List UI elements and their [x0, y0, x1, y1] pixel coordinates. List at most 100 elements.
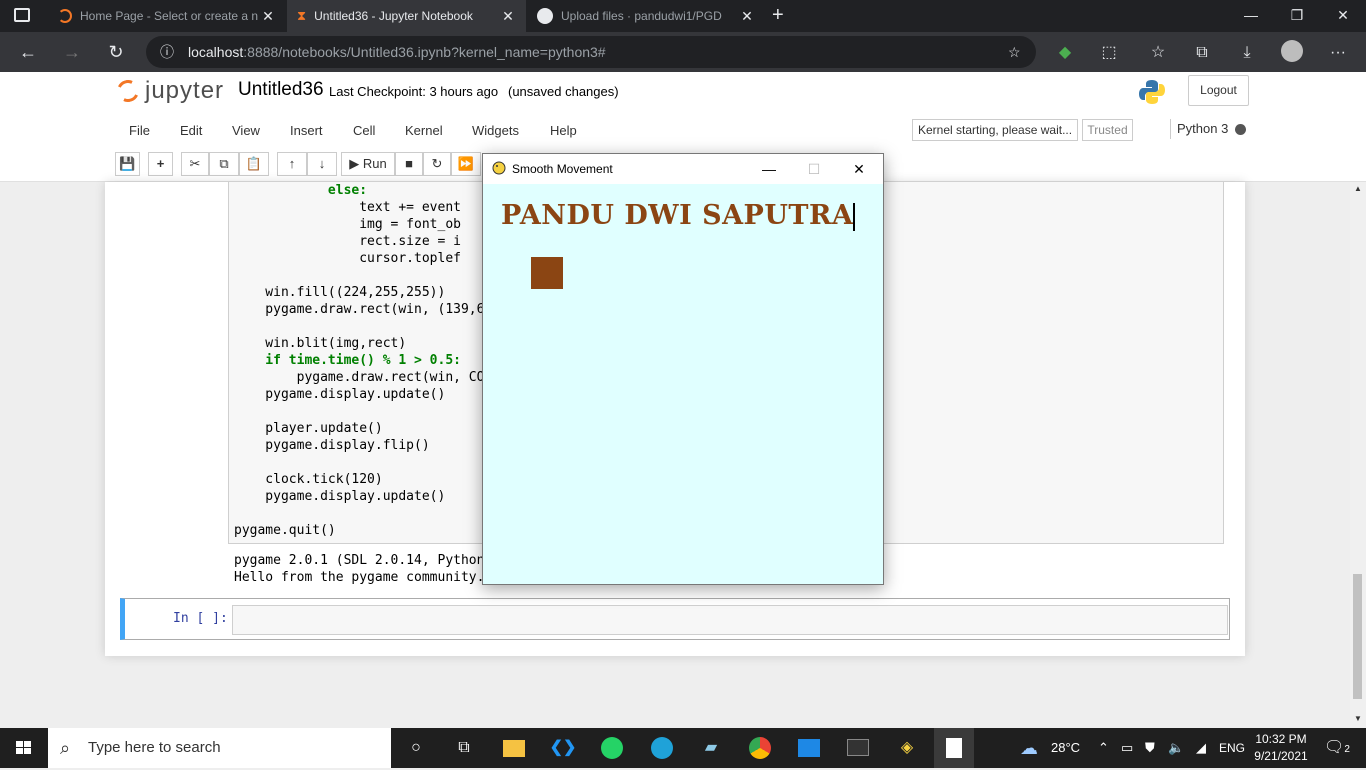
more-menu-icon[interactable]: ··· — [1325, 40, 1351, 66]
chevron-up-icon[interactable]: ⌃ — [1098, 728, 1109, 768]
output-line: pygame 2.0.1 (SDL 2.0.14, Python — [234, 553, 485, 568]
code-line: else: — [234, 182, 367, 199]
network-icon[interactable]: ◢ — [1196, 728, 1206, 768]
code-line: win.fill((224,255,255)) — [234, 285, 446, 300]
menu-help[interactable]: Help — [550, 123, 577, 138]
run-button[interactable]: ▶ Run — [341, 152, 395, 176]
minimize-button[interactable]: — — [1228, 0, 1274, 32]
file-app-icon[interactable] — [934, 728, 974, 768]
interrupt-button[interactable]: ■ — [395, 152, 423, 176]
minimize-button[interactable]: — — [751, 158, 787, 180]
scroll-down-icon[interactable]: ▼ — [1354, 714, 1362, 723]
tab-home-page[interactable]: Home Page - Select or create a n ✕ — [48, 0, 286, 32]
info-icon[interactable]: ⓘ — [160, 36, 174, 68]
extension-color-icon[interactable]: ◆ — [1052, 40, 1078, 66]
tab-actions-icon[interactable] — [14, 8, 30, 22]
new-code-cell[interactable]: In [ ]: — [120, 598, 1230, 640]
terminal-icon[interactable] — [844, 734, 872, 762]
code-text: else: — [234, 183, 368, 198]
menu-edit[interactable]: Edit — [180, 123, 202, 138]
move-down-button[interactable]: ↓ — [307, 152, 337, 176]
notepad-icon[interactable]: ▰ — [697, 734, 725, 762]
task-view-icon[interactable]: ⧉ — [450, 734, 478, 762]
photos-icon[interactable] — [795, 734, 823, 762]
menu-kernel[interactable]: Kernel — [405, 123, 443, 138]
kernel-name[interactable]: Python 3 — [1170, 119, 1228, 139]
taskbar-search-box[interactable]: ⌕ Type here to search — [48, 728, 391, 768]
search-icon: ⌕ — [60, 738, 71, 758]
chrome-icon[interactable] — [746, 734, 774, 762]
new-tab-button[interactable]: + — [772, 4, 784, 27]
close-icon[interactable]: ✕ — [739, 8, 755, 25]
file-explorer-icon[interactable] — [500, 734, 528, 762]
weather-temp[interactable]: 28°C — [1051, 728, 1080, 768]
unsaved-indicator: (unsaved changes) — [508, 84, 619, 99]
notebook-title[interactable]: Untitled36 — [238, 79, 324, 101]
close-icon[interactable]: ✕ — [500, 8, 516, 25]
save-button[interactable]: 💾 — [115, 152, 140, 176]
tab-upload-files[interactable]: Upload files · pandudwi1/PGD ✕ — [527, 0, 765, 32]
back-button[interactable]: ← — [12, 36, 44, 68]
favorite-star-icon[interactable]: ☆ — [1008, 36, 1021, 68]
volume-icon[interactable]: 🔈 — [1168, 728, 1184, 768]
menu-insert[interactable]: Insert — [290, 123, 323, 138]
maximize-button[interactable]: ☐ — [796, 158, 832, 180]
weather-icon[interactable]: ☁ — [1020, 728, 1038, 768]
battery-icon[interactable]: ▭ — [1121, 728, 1133, 768]
code-line: clock.tick(120) — [234, 472, 383, 487]
paste-button[interactable]: 📋 — [239, 152, 269, 176]
menu-view[interactable]: View — [232, 123, 260, 138]
whatsapp-icon[interactable] — [598, 734, 626, 762]
menu-file[interactable]: File — [129, 123, 150, 138]
scroll-up-icon[interactable]: ▲ — [1354, 184, 1362, 193]
collections-icon[interactable]: ⧉ — [1189, 40, 1215, 66]
move-up-button[interactable]: ↑ — [277, 152, 307, 176]
tab-untitled36[interactable]: ⧗ Untitled36 - Jupyter Notebook ✕ — [287, 0, 526, 32]
code-cell-input[interactable] — [232, 605, 1228, 635]
code-line: pygame.draw.rect(win, (139,69 — [234, 302, 493, 317]
restart-button[interactable]: ↻ — [423, 152, 451, 176]
language-indicator[interactable]: ENG — [1219, 728, 1245, 768]
menu-widgets[interactable]: Widgets — [472, 123, 519, 138]
security-icon[interactable]: ⛊ — [1145, 728, 1155, 768]
logout-button[interactable]: Logout — [1188, 75, 1249, 106]
edge-icon[interactable] — [648, 734, 676, 762]
restart-run-all-button[interactable]: ⏩ — [451, 152, 481, 176]
vscode-icon[interactable]: ❮❯ — [549, 734, 577, 762]
restore-button[interactable]: ❐ — [1274, 0, 1320, 32]
pygame-window[interactable]: Smooth Movement — ☐ ✕ PANDU DWI SAPUTRA — [482, 153, 884, 585]
cut-button[interactable]: ✂ — [181, 152, 209, 176]
scrollbar-thumb[interactable] — [1353, 574, 1362, 699]
extensions-icon[interactable]: ⬚ — [1096, 40, 1122, 66]
url-host: localhost — [188, 44, 244, 60]
python-app-icon[interactable]: ◈ — [893, 734, 921, 762]
windows-start-icon[interactable] — [0, 728, 48, 768]
taskbar-clock[interactable]: 10:32 PM 9/21/2021 — [1248, 731, 1314, 765]
downloads-icon[interactable]: ⤓ — [1234, 40, 1260, 66]
jupyter-logo-icon — [113, 76, 143, 106]
trusted-indicator[interactable]: Trusted — [1082, 119, 1133, 141]
notifications-icon[interactable]: 🗨2 — [1324, 728, 1350, 768]
cortana-icon[interactable]: ○ — [402, 734, 430, 762]
favorites-icon[interactable]: ☆ — [1145, 40, 1171, 66]
close-icon[interactable]: ✕ — [260, 8, 276, 25]
page-scrollbar[interactable]: ▲ ▼ — [1350, 182, 1366, 728]
browser-toolbar: ← → ↻ ⓘ localhost:8888/notebooks/Untitle… — [0, 32, 1366, 72]
forward-button[interactable]: → — [56, 36, 88, 68]
code-line: img = font_ob — [234, 217, 461, 232]
profile-avatar[interactable] — [1279, 40, 1305, 66]
window-close-button[interactable]: ✕ — [1320, 0, 1366, 32]
menu-cell[interactable]: Cell — [353, 123, 375, 138]
clock-date: 9/21/2021 — [1254, 749, 1308, 763]
copy-button[interactable]: ⧉ — [209, 152, 239, 176]
code-line: pygame.display.update() — [234, 387, 446, 402]
tab-title: Upload files · pandudwi1/PGD — [561, 9, 722, 23]
url-path: :8888/notebooks/Untitled36.ipynb?kernel_… — [243, 44, 606, 60]
close-button[interactable]: ✕ — [841, 158, 877, 180]
pygame-titlebar[interactable]: Smooth Movement — ☐ ✕ — [483, 154, 883, 184]
reload-button[interactable]: ↻ — [100, 36, 132, 68]
insert-cell-button[interactable]: + — [148, 152, 173, 176]
jupyter-logo[interactable]: jupyter — [113, 76, 224, 106]
pygame-window-title: Smooth Movement — [512, 162, 613, 176]
address-bar[interactable]: ⓘ localhost:8888/notebooks/Untitled36.ip… — [146, 36, 1036, 68]
